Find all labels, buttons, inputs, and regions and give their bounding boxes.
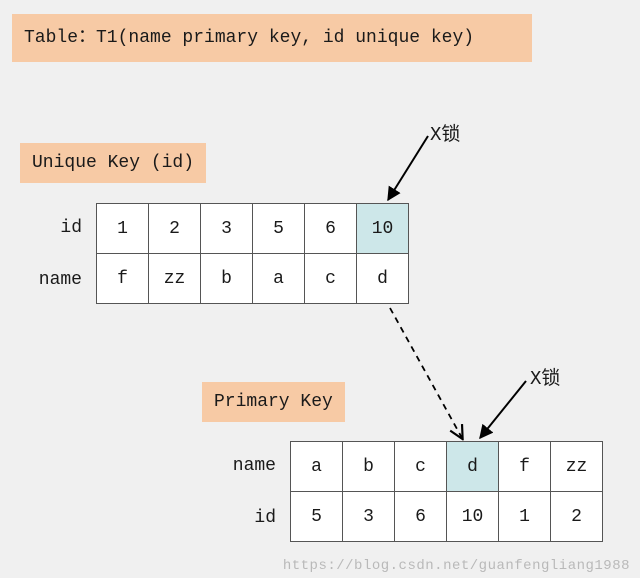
primary-key-label: Primary Key [214,392,333,412]
unique-key-label: Unique Key (id) [32,153,194,173]
pk-id-cell: 10 [447,492,499,542]
pk-row-label-name: name [216,456,276,476]
pk-name-cell: c [395,442,447,492]
primary-key-banner: Primary Key [202,382,345,422]
table-row: a b c d f zz [291,442,603,492]
pk-name-cell: f [499,442,551,492]
pk-id-cell: 2 [551,492,603,542]
uk-id-cell: 3 [201,204,253,254]
table-definition-text: Table：T1(name primary key, id unique key… [24,28,474,48]
x-lock-label-1: X锁 [430,119,460,146]
pk-id-cell: 3 [343,492,395,542]
uk-name-cell: d [357,254,409,304]
pk-id-cell: 5 [291,492,343,542]
table-row: 1 2 3 5 6 10 [97,204,409,254]
uk-name-cell: f [97,254,149,304]
pk-name-cell-locked: d [447,442,499,492]
uk-id-cell: 6 [305,204,357,254]
table-row: f zz b a c d [97,254,409,304]
pk-id-cell: 1 [499,492,551,542]
uk-row-label-name: name [22,270,82,290]
uk-id-cell: 5 [253,204,305,254]
pk-row-label-id: id [216,508,276,528]
uk-name-cell: c [305,254,357,304]
pk-name-cell: zz [551,442,603,492]
watermark-text: https://blog.csdn.net/guanfengliang1988 [283,558,630,574]
table-definition-banner: Table：T1(name primary key, id unique key… [12,14,532,62]
uk-name-cell: zz [149,254,201,304]
table-row: 5 3 6 10 1 2 [291,492,603,542]
uk-name-cell: b [201,254,253,304]
uk-id-cell-locked: 10 [357,204,409,254]
x-lock-label-2: X锁 [530,363,560,390]
unique-key-index-table: 1 2 3 5 6 10 f zz b a c d [96,203,409,304]
pk-name-cell: b [343,442,395,492]
primary-key-index-table: a b c d f zz 5 3 6 10 1 2 [290,441,603,542]
uk-name-cell: a [253,254,305,304]
pk-id-cell: 6 [395,492,447,542]
unique-key-banner: Unique Key (id) [20,143,206,183]
x-lock-arrow-2-icon [480,381,526,438]
x-lock-arrow-1-icon [388,136,428,200]
index-link-arrow-icon [390,308,462,438]
uk-row-label-id: id [22,218,82,238]
uk-id-cell: 1 [97,204,149,254]
pk-name-cell: a [291,442,343,492]
uk-id-cell: 2 [149,204,201,254]
